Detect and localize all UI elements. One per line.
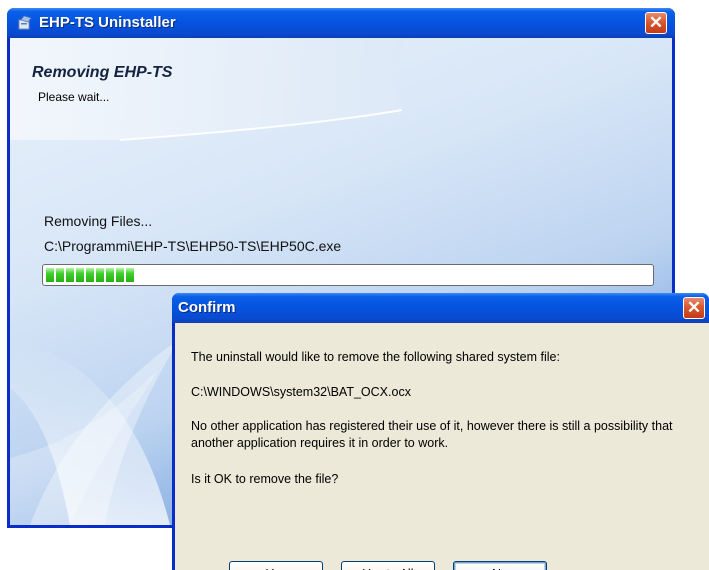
- dialog-message: The uninstall would like to remove the f…: [191, 350, 560, 364]
- progress-fill: [46, 268, 134, 282]
- window-title: EHP-TS Uninstaller: [39, 14, 176, 31]
- current-file-path: C:\Programmi\EHP-TS\EHP50-TS\EHP50C.exe: [44, 238, 342, 254]
- shared-file-path: C:\WINDOWS\system32\BAT_OCX.ocx: [191, 385, 411, 399]
- dialog-warning: No other application has registered thei…: [191, 419, 673, 450]
- progress-segment: [56, 268, 64, 282]
- confirm-titlebar[interactable]: Confirm ✕: [172, 293, 709, 323]
- page-subtitle: Please wait...: [38, 90, 110, 104]
- no-button[interactable]: No: [453, 561, 547, 570]
- progress-segment: [116, 268, 124, 282]
- close-button[interactable]: ✕: [645, 12, 667, 34]
- status-text: Removing Files...: [44, 213, 153, 229]
- progress-segment: [46, 268, 54, 282]
- progress-segment: [66, 268, 74, 282]
- dialog-question: Is it OK to remove the file?: [191, 472, 339, 486]
- uninstaller-icon: [18, 15, 32, 30]
- close-icon: ✕: [686, 298, 702, 317]
- progress-segment: [86, 268, 94, 282]
- progress-segment: [106, 268, 114, 282]
- dialog-close-button[interactable]: ✕: [683, 297, 705, 319]
- dialog-title: Confirm: [178, 299, 236, 316]
- confirm-body: The uninstall would like to remove the f…: [175, 323, 709, 570]
- progress-segment: [76, 268, 84, 282]
- page-title: Removing EHP-TS: [32, 64, 173, 81]
- heading-panel: Removing EHP-TS Please wait...: [10, 38, 672, 158]
- confirm-dialog: Confirm ✕ The uninstall would like to re…: [172, 293, 709, 570]
- close-icon: ✕: [648, 13, 664, 32]
- progress-bar: [42, 264, 654, 286]
- yes-button[interactable]: Yes: [229, 561, 323, 570]
- yes-to-all-button[interactable]: Yes to All: [341, 561, 435, 570]
- progress-segment: [126, 268, 134, 282]
- progress-segment: [96, 268, 104, 282]
- uninstaller-titlebar[interactable]: EHP-TS Uninstaller ✕: [7, 8, 675, 38]
